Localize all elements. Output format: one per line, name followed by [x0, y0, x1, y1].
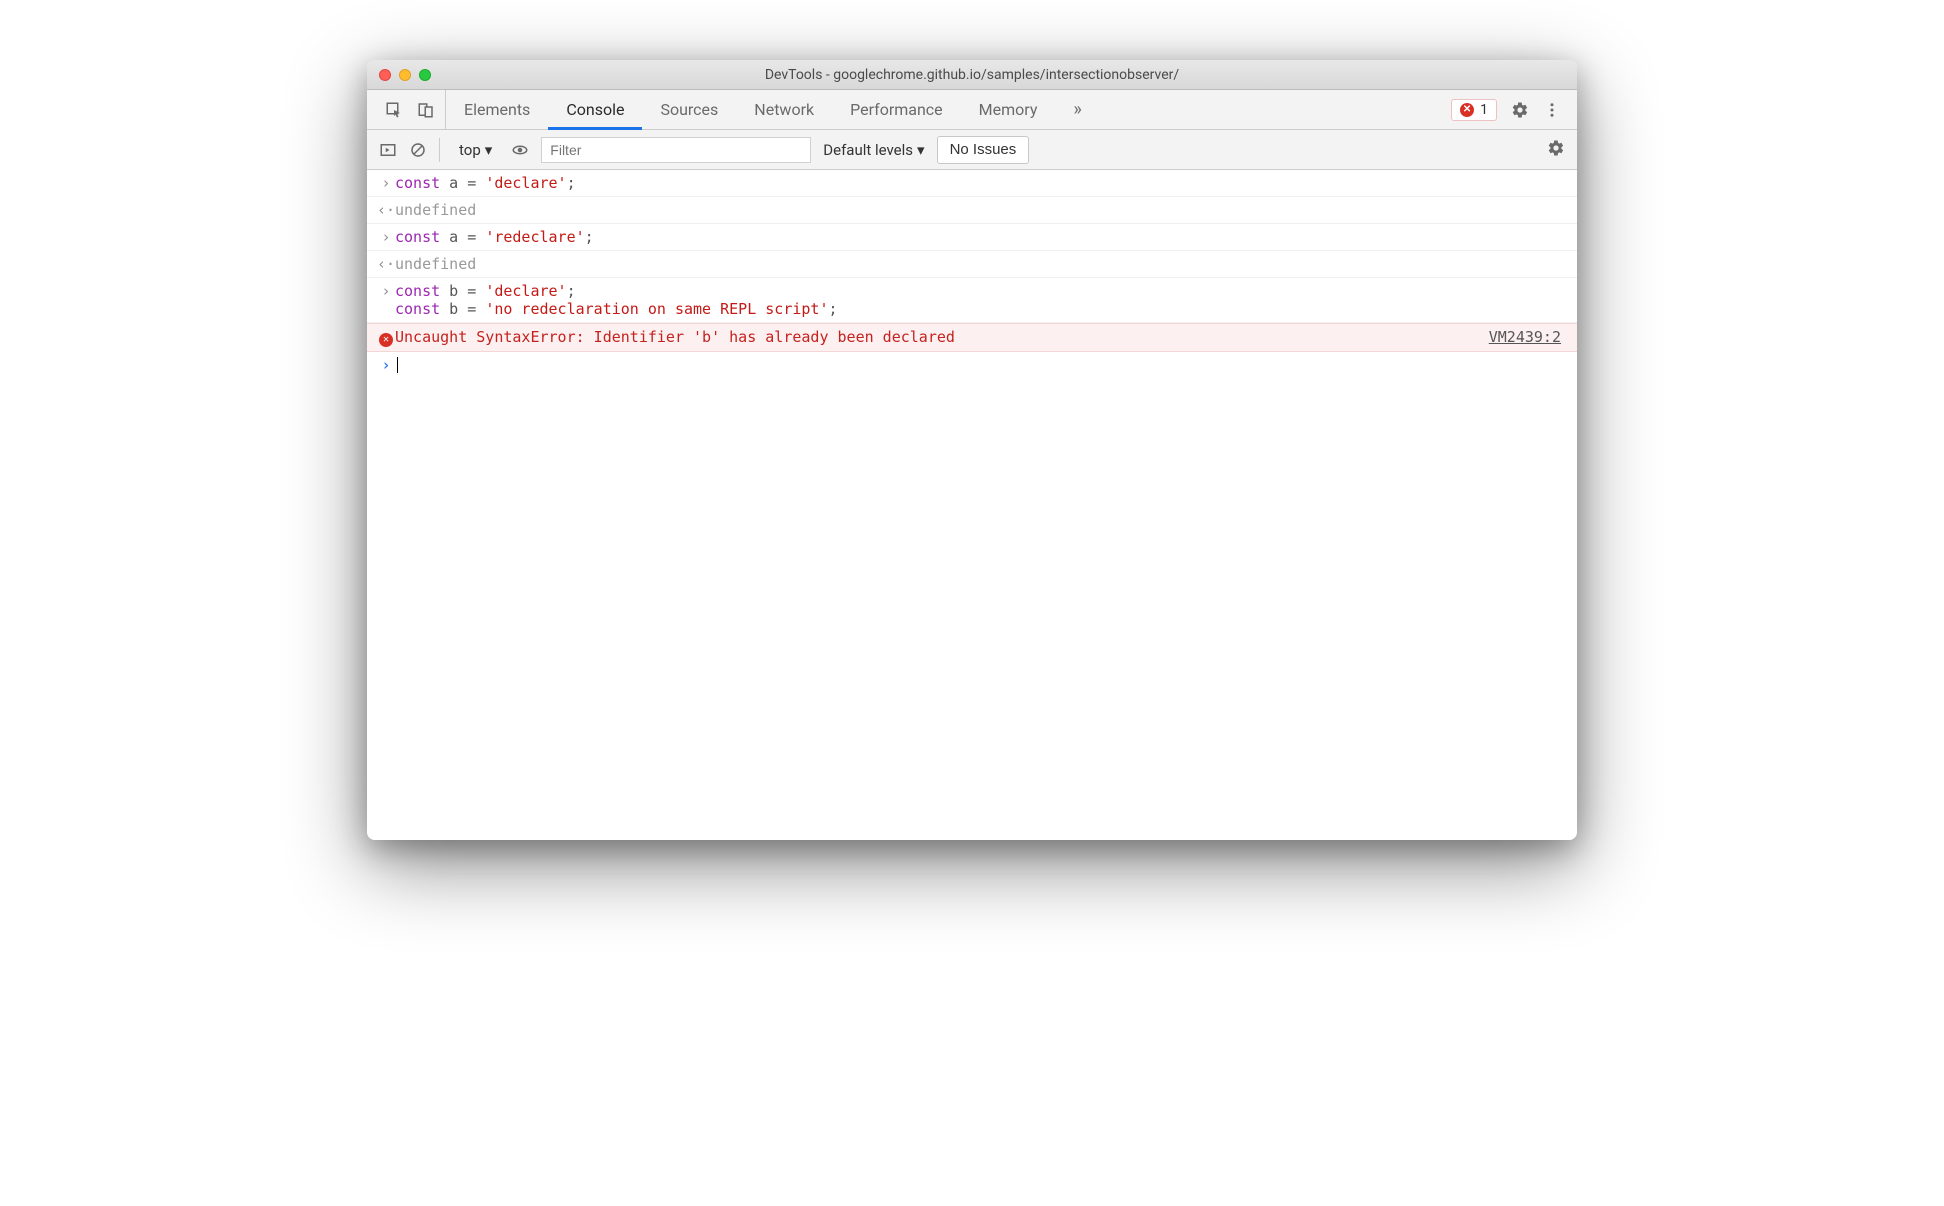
more-icon[interactable]: [1543, 101, 1561, 119]
error-icon: ✕: [379, 333, 393, 347]
context-selector[interactable]: top ▾: [452, 136, 499, 164]
live-expression-icon[interactable]: [511, 141, 529, 159]
tab-console[interactable]: Console: [548, 90, 642, 129]
tab-list: Elements Console Sources Network Perform…: [446, 90, 1100, 129]
log-levels-selector[interactable]: Default levels ▾: [823, 141, 924, 159]
issues-button[interactable]: No Issues: [937, 136, 1030, 164]
console-row-input: ›const a = 'redeclare';: [367, 224, 1577, 251]
traffic-lights: [367, 69, 431, 81]
devtools-window: DevTools - googlechrome.github.io/sample…: [367, 60, 1577, 840]
console-row-output: ‹·undefined: [367, 251, 1577, 278]
device-toggle-icon[interactable]: [417, 101, 435, 119]
settings-icon[interactable]: [1511, 101, 1529, 119]
window-title: DevTools - googlechrome.github.io/sample…: [367, 67, 1577, 83]
context-label: top: [459, 141, 481, 159]
error-count: 1: [1480, 102, 1488, 118]
chevron-down-icon: ▾: [917, 141, 925, 159]
console-settings-icon[interactable]: [1547, 139, 1565, 157]
minimize-icon[interactable]: [399, 69, 411, 81]
main-tabs: Elements Console Sources Network Perform…: [367, 90, 1577, 130]
tab-elements[interactable]: Elements: [446, 90, 548, 129]
tab-network[interactable]: Network: [736, 90, 832, 129]
console-row-error: ✕Uncaught SyntaxError: Identifier 'b' ha…: [367, 323, 1577, 352]
error-badge[interactable]: ✕ 1: [1451, 99, 1497, 121]
console-row-input: ›const b = 'declare'; const b = 'no rede…: [367, 278, 1577, 323]
tab-performance[interactable]: Performance: [832, 90, 961, 129]
sidebar-toggle-icon[interactable]: [379, 141, 397, 159]
tabs-overflow-icon[interactable]: »: [1055, 90, 1099, 129]
close-icon[interactable]: [379, 69, 391, 81]
clear-console-icon[interactable]: [409, 141, 427, 159]
console-toolbar: top ▾ Default levels ▾ No Issues: [367, 130, 1577, 170]
inspect-tools: [375, 90, 446, 129]
maximize-icon[interactable]: [419, 69, 431, 81]
console-row-prompt: ›: [367, 352, 1577, 378]
error-icon: ✕: [1460, 103, 1474, 117]
levels-label: Default levels: [823, 141, 913, 159]
console-row-input: ›const a = 'declare';: [367, 170, 1577, 197]
filter-input[interactable]: [541, 137, 811, 163]
console-body[interactable]: ›const a = 'declare';‹·undefined›const a…: [367, 170, 1577, 840]
tabs-right: ✕ 1: [1451, 99, 1569, 121]
error-source-link[interactable]: VM2439:2: [1489, 328, 1567, 347]
console-row-output: ‹·undefined: [367, 197, 1577, 224]
tab-memory[interactable]: Memory: [961, 90, 1056, 129]
inspect-element-icon[interactable]: [385, 101, 403, 119]
titlebar: DevTools - googlechrome.github.io/sample…: [367, 60, 1577, 90]
tab-sources[interactable]: Sources: [642, 90, 736, 129]
chevron-down-icon: ▾: [485, 141, 493, 159]
